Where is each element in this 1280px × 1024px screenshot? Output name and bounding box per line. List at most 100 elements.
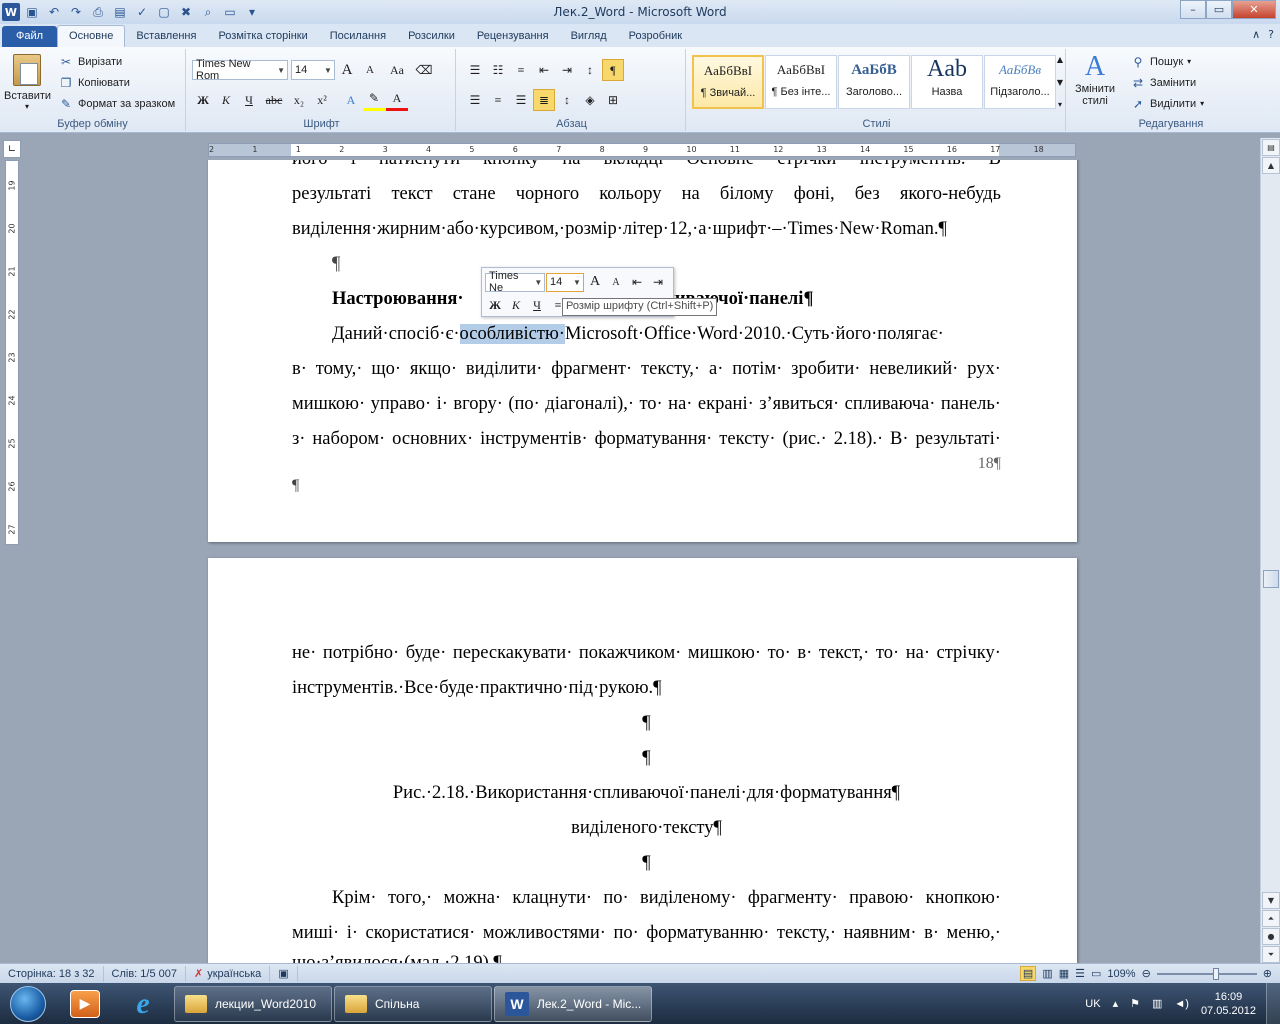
ruler-toggle-icon[interactable]: ▤ — [1262, 139, 1280, 156]
italic-button[interactable]: К — [215, 89, 237, 111]
start-button[interactable] — [0, 983, 56, 1024]
tab-file[interactable]: Файл — [2, 26, 58, 47]
cut-button[interactable]: ✂ Вирізати — [58, 51, 175, 72]
page-count[interactable]: Сторінка: 18 з 32 — [0, 965, 104, 982]
bullets-icon[interactable]: ☰ — [464, 59, 486, 81]
zoom-in-icon[interactable]: ⊕ — [1263, 967, 1272, 980]
multilevel-list-icon[interactable]: ≡ — [510, 59, 532, 81]
align-right-icon[interactable]: ☰ — [510, 89, 532, 111]
new-document-icon[interactable]: ▢ — [154, 3, 174, 21]
zoom-slider[interactable] — [1156, 967, 1257, 980]
style-heading-1[interactable]: АаБбВ Заголово... — [838, 55, 910, 109]
tab-page-layout[interactable]: Розмітка сторінки — [207, 26, 318, 47]
bold-button[interactable]: Ж — [192, 89, 214, 111]
taskbar-item-folder-shared[interactable]: Спільна — [334, 985, 492, 1022]
clear-formatting-icon[interactable]: ⌫ — [413, 59, 435, 81]
highlight-icon[interactable]: ✎ — [363, 89, 385, 111]
clock[interactable]: 16:09 07.05.2012 — [1201, 990, 1256, 1018]
mini-underline-button[interactable]: Ч — [527, 294, 547, 316]
scroll-down-icon[interactable]: ▼ — [1057, 78, 1063, 87]
previous-page-icon[interactable]: ⏶ — [1262, 910, 1280, 927]
style-subtitle[interactable]: АаБбВв Підзаголо... — [984, 55, 1056, 109]
zoom-out-icon[interactable]: ⊖ — [1142, 967, 1151, 980]
increase-indent-icon[interactable]: ⇥ — [648, 271, 668, 293]
zoom-level[interactable]: 109% — [1107, 968, 1135, 980]
font-size-combo[interactable]: 14 ▼ — [291, 60, 335, 80]
underline-button[interactable]: Ч — [238, 89, 260, 111]
scroll-down-icon[interactable]: ▼ — [1262, 892, 1280, 909]
page-19[interactable]: не· потрібно· буде· перескакувати· покажчико… — [208, 558, 1077, 963]
align-center-icon[interactable]: ≡ — [487, 89, 509, 111]
close-document-icon[interactable]: ✖ — [176, 3, 196, 21]
grow-font-button[interactable]: A — [336, 59, 358, 81]
media-player-icon[interactable]: ▶ — [56, 985, 114, 1023]
tab-home[interactable]: Основне — [57, 25, 126, 47]
mini-italic-button[interactable]: К — [506, 294, 526, 316]
tab-selector[interactable]: ∟ — [3, 140, 21, 158]
web-layout-icon[interactable]: ▦ — [1059, 967, 1069, 980]
strikethrough-button[interactable]: abc — [261, 89, 287, 111]
close-button[interactable]: ✕ — [1232, 0, 1276, 19]
outline-icon[interactable]: ☰ — [1075, 967, 1085, 980]
page-18[interactable]: його і натиснути кнопку на вкладці Основне стрі… — [208, 160, 1077, 542]
zoom-icon[interactable]: ⌕ — [198, 3, 218, 21]
grow-font-icon[interactable]: A — [585, 271, 605, 293]
vertical-ruler[interactable]: 19 20 21 22 23 24 25 26 27 — [5, 160, 19, 545]
form-icon[interactable]: ▭ — [220, 3, 240, 21]
help-icon[interactable]: ? — [1268, 28, 1274, 41]
copy-button[interactable]: ❐ Копіювати — [58, 72, 175, 93]
subscript-button[interactable]: x₂ — [288, 89, 310, 111]
text-effects-icon[interactable]: A — [340, 89, 362, 111]
print-layout-icon[interactable]: ▤ — [1019, 966, 1037, 981]
taskbar-item-word[interactable]: W Лек.2_Word - Mic... — [494, 985, 652, 1022]
change-case-button[interactable]: Aa — [382, 59, 412, 81]
tab-references[interactable]: Посилання — [319, 26, 397, 47]
replace-button[interactable]: ⇄ Замінити — [1130, 72, 1204, 93]
spelling-icon[interactable]: ✓ — [132, 3, 152, 21]
tab-insert[interactable]: Вставлення — [125, 26, 207, 47]
input-language[interactable]: UK — [1085, 998, 1100, 1010]
find-button[interactable]: ⚲ Пошук ▾ — [1130, 51, 1204, 72]
show-desktop-button[interactable] — [1266, 983, 1280, 1024]
increase-indent-icon[interactable]: ⇥ — [556, 59, 578, 81]
vertical-scrollbar[interactable]: ▤ ▲ ▼ ⏶ ● ⏷ — [1260, 138, 1280, 963]
minimize-button[interactable]: – — [1180, 0, 1206, 19]
macro-icon[interactable]: ▣ — [270, 965, 298, 982]
scroll-up-icon[interactable]: ▲ — [1262, 157, 1280, 174]
browse-object-icon[interactable]: ● — [1262, 928, 1280, 945]
decrease-indent-icon[interactable]: ⇤ — [627, 271, 647, 293]
network-icon[interactable]: ▥ — [1152, 997, 1162, 1010]
change-styles-button[interactable]: A Змінити стилі — [1068, 51, 1122, 107]
more-styles-icon[interactable]: ▾ — [1058, 100, 1062, 109]
scroll-up-icon[interactable]: ▲ — [1057, 55, 1063, 64]
selected-text[interactable]: особливістю· — [459, 324, 565, 344]
numbering-icon[interactable]: ☷ — [487, 59, 509, 81]
style-normal[interactable]: АаБбВвІ ¶ Звичай... — [692, 55, 764, 109]
minimize-ribbon-icon[interactable]: ∧ — [1252, 28, 1260, 41]
superscript-button[interactable]: x² — [311, 89, 333, 111]
action-center-icon[interactable]: ⚑ — [1130, 997, 1140, 1010]
save-icon[interactable]: ▣ — [22, 3, 42, 21]
language-indicator[interactable]: ✗ українська — [186, 965, 271, 982]
next-page-icon[interactable]: ⏷ — [1262, 946, 1280, 963]
word-app-icon[interactable]: W — [2, 3, 20, 21]
justify-icon[interactable]: ≣ — [533, 89, 555, 111]
horizontal-ruler[interactable]: 2 1 1 2 3 4 5 6 7 8 9 10 11 12 13 14 15 16 17 18 — [208, 143, 1076, 157]
customize-qat-icon[interactable]: ▾ — [242, 3, 262, 21]
decrease-indent-icon[interactable]: ⇤ — [533, 59, 555, 81]
font-name-combo[interactable]: Times New Rom ▼ — [192, 58, 288, 82]
borders-icon[interactable]: ⊞ — [602, 89, 624, 111]
maximize-button[interactable]: ▭ — [1206, 0, 1232, 19]
mini-font-combo[interactable]: Times Ne ▼ — [485, 270, 545, 294]
styles-scroll[interactable]: ▲ ▼ ▾ — [1054, 55, 1066, 109]
paste-button[interactable]: Вставити ▾ — [4, 51, 51, 113]
shading-icon[interactable]: ◈ — [579, 89, 601, 111]
mini-bold-button[interactable]: Ж — [485, 294, 505, 316]
shrink-font-button[interactable]: A — [359, 59, 381, 81]
print-preview-icon[interactable]: ⎙ — [88, 3, 108, 21]
draft-icon[interactable]: ▭ — [1091, 967, 1101, 980]
volume-icon[interactable]: ◄) — [1174, 998, 1189, 1010]
align-left-icon[interactable]: ☰ — [464, 89, 486, 111]
show-formatting-marks-icon[interactable]: ¶ — [602, 59, 624, 81]
style-no-spacing[interactable]: АаБбВвІ ¶ Без інте... — [765, 55, 837, 109]
